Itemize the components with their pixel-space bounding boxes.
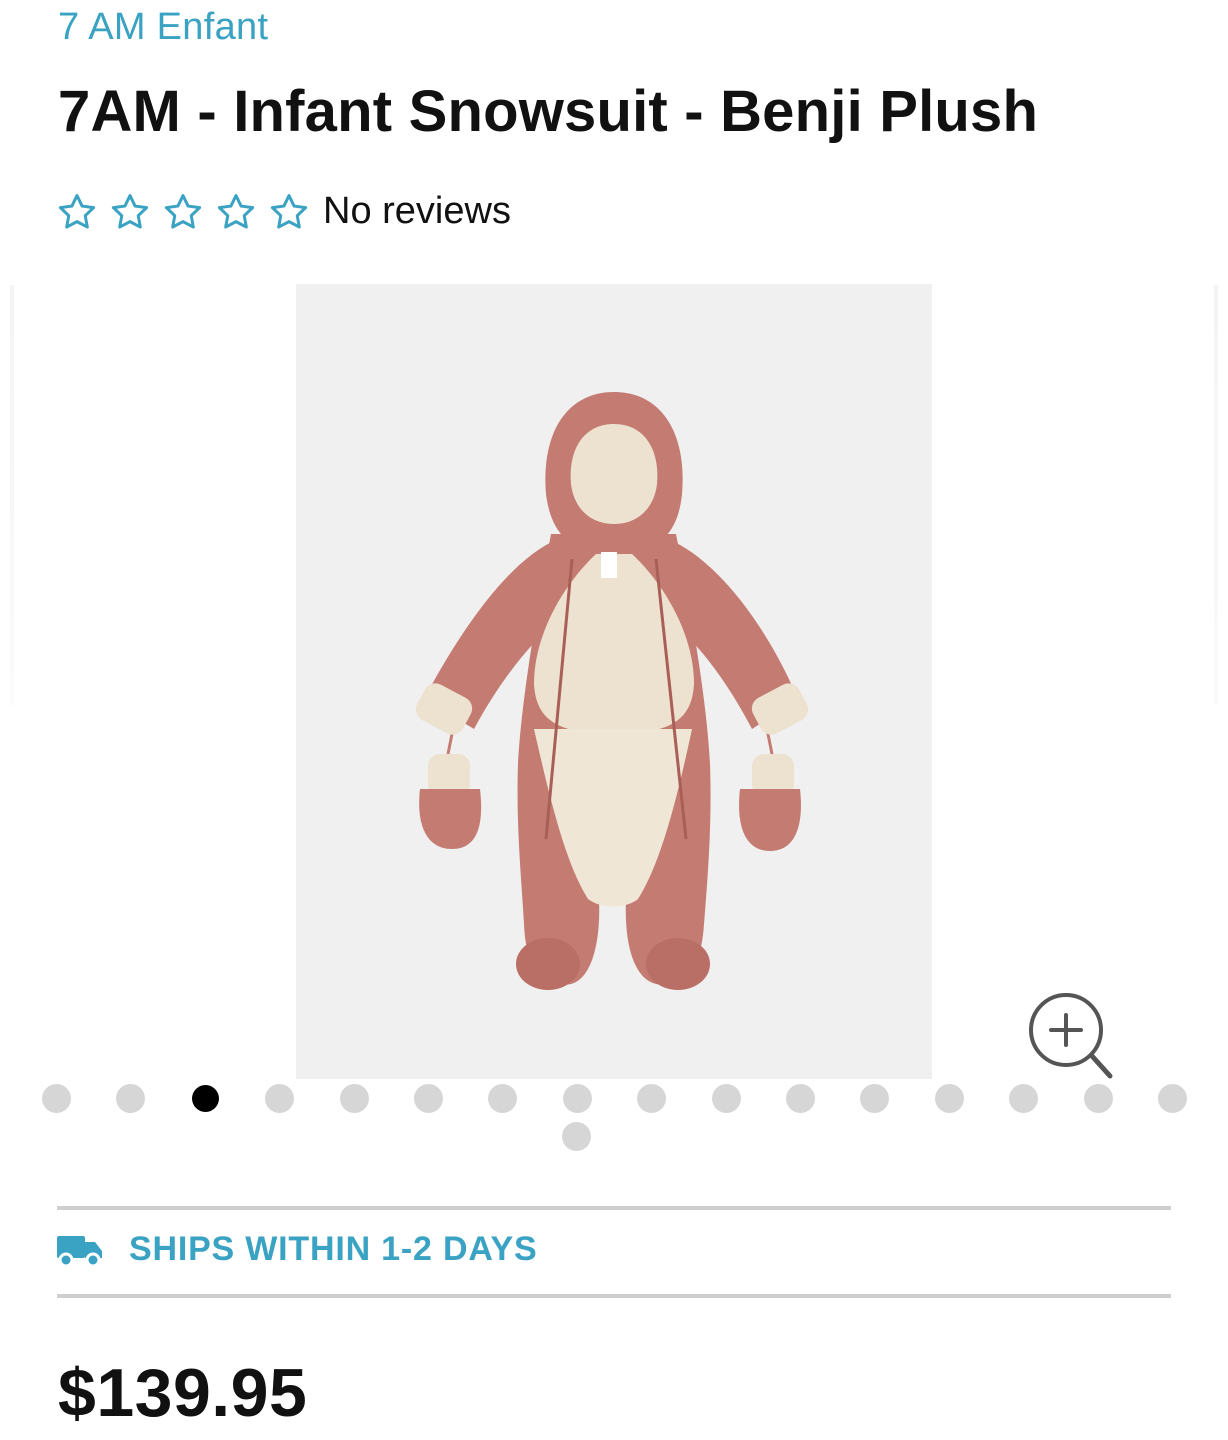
star-icon — [164, 193, 202, 229]
gallery-dot[interactable] — [1158, 1084, 1187, 1113]
gallery-dot[interactable] — [1084, 1084, 1113, 1113]
gallery-dot[interactable] — [488, 1084, 517, 1113]
gallery-dot[interactable] — [562, 1122, 591, 1151]
zoom-in-icon[interactable] — [1024, 990, 1116, 1082]
shipping-label: SHIPS WITHIN 1-2 DAYS — [129, 1230, 538, 1268]
gallery-dot[interactable] — [935, 1084, 964, 1113]
snowsuit-illustration — [415, 392, 809, 990]
product-image[interactable] — [296, 284, 932, 1079]
star-icon — [217, 193, 255, 229]
shipping-info: SHIPS WITHIN 1-2 DAYS — [57, 1230, 538, 1269]
gallery-dot[interactable] — [414, 1084, 443, 1113]
gallery-dot[interactable] — [563, 1084, 592, 1113]
gallery-dot[interactable] — [42, 1084, 71, 1113]
next-slide-edge — [1214, 285, 1218, 705]
star-icon — [270, 193, 308, 229]
gallery-dot[interactable] — [265, 1084, 294, 1113]
truck-icon — [57, 1235, 102, 1267]
previous-slide-edge — [10, 285, 14, 705]
reviews-label: No reviews — [323, 190, 511, 232]
gallery-dot[interactable] — [192, 1085, 219, 1112]
rating-summary[interactable]: No reviews — [56, 190, 511, 233]
star-icon — [58, 193, 96, 229]
product-title: 7AM - Infant Snowsuit - Benji Plush — [58, 79, 1039, 144]
divider — [57, 1294, 1171, 1298]
gallery-dot[interactable] — [860, 1084, 889, 1113]
gallery-dot[interactable] — [712, 1084, 741, 1113]
product-price: $139.95 — [58, 1355, 308, 1431]
star-icon — [111, 193, 149, 229]
divider — [57, 1206, 1171, 1210]
gallery-dot[interactable] — [786, 1084, 815, 1113]
gallery-dot[interactable] — [637, 1084, 666, 1113]
brand-link[interactable]: 7 AM Enfant — [58, 6, 268, 49]
gallery-dot[interactable] — [1009, 1084, 1038, 1113]
gallery-dot[interactable] — [340, 1084, 369, 1113]
gallery-dot[interactable] — [116, 1084, 145, 1113]
